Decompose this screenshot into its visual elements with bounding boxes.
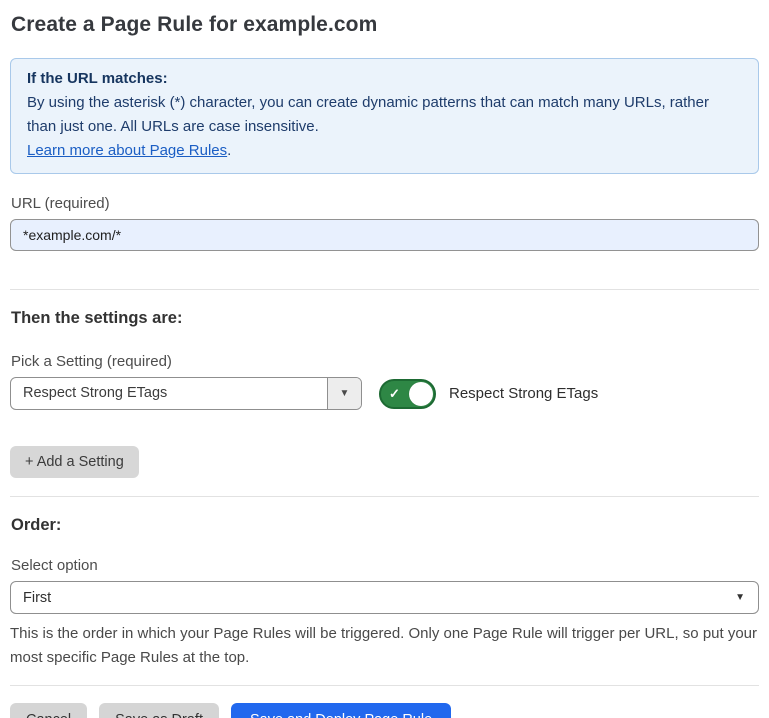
order-heading: Order: bbox=[11, 516, 759, 535]
settings-heading: Then the settings are: bbox=[11, 309, 759, 328]
footer-buttons: Cancel Save as Draft Save and Deploy Pag… bbox=[10, 703, 759, 718]
url-match-description: By using the asterisk (*) character, you… bbox=[27, 91, 742, 139]
divider bbox=[10, 289, 759, 290]
divider bbox=[10, 685, 759, 686]
check-icon: ✓ bbox=[389, 386, 400, 402]
learn-more-link[interactable]: Learn more about Page Rules bbox=[27, 142, 227, 159]
url-label: URL (required) bbox=[11, 195, 759, 212]
toggle-knob bbox=[409, 382, 433, 406]
page-rule-form: Create a Page Rule for example.com If th… bbox=[0, 0, 769, 718]
etags-toggle[interactable]: ✓ bbox=[379, 379, 436, 409]
order-select-value: First bbox=[11, 590, 735, 606]
setting-dropdown[interactable]: Respect Strong ETags ▼ bbox=[10, 377, 362, 410]
chevron-down-icon: ▼ bbox=[340, 389, 350, 399]
pick-setting-label: Pick a Setting (required) bbox=[11, 353, 759, 370]
order-help-text: This is the order in which your Page Rul… bbox=[10, 622, 759, 670]
setting-row: Respect Strong ETags ▼ ✓ Respect Strong … bbox=[10, 377, 759, 410]
setting-dropdown-caret-button[interactable]: ▼ bbox=[327, 378, 361, 409]
url-match-info-box: If the URL matches: By using the asteris… bbox=[10, 58, 759, 174]
toggle-label: Respect Strong ETags bbox=[449, 385, 598, 402]
etags-toggle-group: ✓ Respect Strong ETags bbox=[379, 379, 598, 409]
link-suffix: . bbox=[227, 142, 231, 159]
url-match-heading: If the URL matches: bbox=[27, 67, 742, 91]
chevron-down-icon: ▼ bbox=[735, 593, 745, 603]
add-setting-button[interactable]: + Add a Setting bbox=[10, 446, 139, 478]
save-deploy-button[interactable]: Save and Deploy Page Rule bbox=[231, 703, 451, 718]
cancel-button[interactable]: Cancel bbox=[10, 703, 87, 718]
save-draft-button[interactable]: Save as Draft bbox=[99, 703, 219, 718]
setting-dropdown-value: Respect Strong ETags bbox=[11, 378, 327, 409]
order-select[interactable]: First ▼ bbox=[10, 581, 759, 614]
select-option-label: Select option bbox=[11, 557, 759, 574]
divider bbox=[10, 496, 759, 497]
page-title: Create a Page Rule for example.com bbox=[11, 13, 759, 37]
learn-more-row: Learn more about Page Rules. bbox=[27, 139, 742, 163]
url-input[interactable] bbox=[10, 219, 759, 251]
